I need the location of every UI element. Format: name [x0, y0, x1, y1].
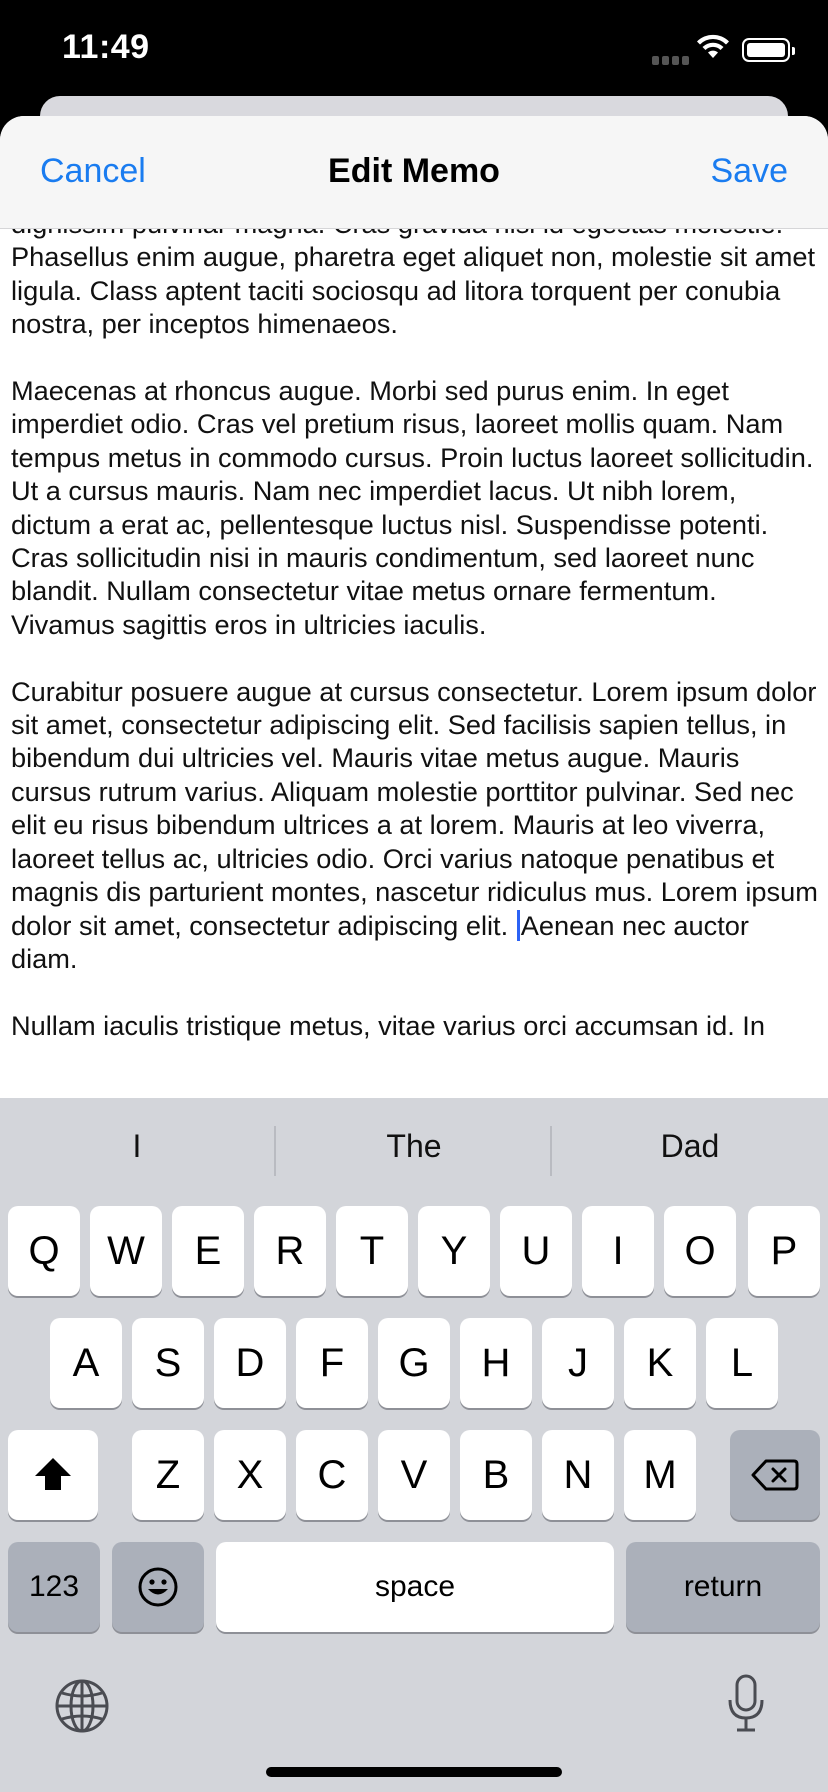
text-caret — [516, 909, 520, 941]
key-o[interactable]: O — [664, 1206, 736, 1296]
return-key-label: return — [683, 1570, 763, 1603]
suggestion-divider — [274, 1126, 276, 1176]
status-bar: 11:49 — [0, 0, 828, 100]
key-k[interactable]: K — [624, 1318, 696, 1408]
page-title: Edit Memo — [328, 152, 500, 190]
memo-text-before-caret: Curabitur posuere augue at cursus consec… — [11, 675, 826, 941]
space-key-label: space — [374, 1570, 456, 1603]
suggestion-2[interactable]: The — [277, 1128, 551, 1165]
status-time: 11:49 — [62, 28, 150, 66]
shift-key[interactable] — [8, 1430, 98, 1520]
memo-text-editor[interactable]: dignissim pulvinar magna. Cras gravida n… — [0, 229, 828, 1099]
microphone-icon[interactable] — [726, 1674, 766, 1739]
key-t[interactable]: T — [336, 1206, 408, 1296]
key-p[interactable]: P — [748, 1206, 820, 1296]
key-f[interactable]: F — [296, 1318, 368, 1408]
key-b[interactable]: B — [460, 1430, 532, 1520]
key-y[interactable]: Y — [418, 1206, 490, 1296]
key-c[interactable]: C — [296, 1430, 368, 1520]
battery-icon — [742, 38, 795, 62]
cellular-signal-icon — [652, 52, 692, 65]
key-v[interactable]: V — [378, 1430, 450, 1520]
key-a[interactable]: A — [50, 1318, 122, 1408]
key-h[interactable]: H — [460, 1318, 532, 1408]
suggestion-divider — [550, 1126, 552, 1176]
home-indicator[interactable] — [266, 1767, 562, 1777]
emoji-key[interactable] — [112, 1542, 204, 1632]
key-r[interactable]: R — [254, 1206, 326, 1296]
key-i[interactable]: I — [582, 1206, 654, 1296]
shift-arrow-icon — [35, 1458, 71, 1490]
key-w[interactable]: W — [90, 1206, 162, 1296]
predictive-text-bar: I The Dad — [0, 1098, 828, 1202]
numbers-key[interactable]: 123 — [8, 1542, 100, 1632]
suggestion-3[interactable]: Dad — [553, 1128, 827, 1165]
memo-paragraph: Maecenas at rhoncus augue. Morbi sed pur… — [11, 375, 821, 640]
key-l[interactable]: L — [706, 1318, 778, 1408]
navigation-bar: Cancel Edit Memo Save — [0, 116, 828, 229]
key-x[interactable]: X — [214, 1430, 286, 1520]
suggestion-1[interactable]: I — [0, 1128, 274, 1165]
key-z[interactable]: Z — [132, 1430, 204, 1520]
key-q[interactable]: Q — [8, 1206, 80, 1296]
wifi-icon — [696, 34, 730, 65]
memo-paragraph: Nullam iaculis tristique metus, vitae va… — [11, 1009, 765, 1041]
memo-paragraph: dignissim pulvinar magna. Cras gravida n… — [11, 229, 816, 340]
delete-key[interactable] — [730, 1430, 820, 1520]
memo-paragraph: Curabitur posuere augue at cursus consec… — [11, 675, 821, 976]
key-e[interactable]: E — [172, 1206, 244, 1296]
key-n[interactable]: N — [542, 1430, 614, 1520]
save-button[interactable]: Save — [711, 152, 789, 191]
backspace-icon — [751, 1459, 799, 1491]
emoji-icon — [138, 1567, 178, 1607]
key-m[interactable]: M — [624, 1430, 696, 1520]
key-j[interactable]: J — [542, 1318, 614, 1408]
globe-icon[interactable] — [54, 1678, 110, 1739]
numbers-key-label: 123 — [28, 1570, 80, 1603]
keyboard: I The Dad Q W E R T Y U I O P A S D F G … — [0, 1098, 828, 1792]
key-u[interactable]: U — [500, 1206, 572, 1296]
key-g[interactable]: G — [378, 1318, 450, 1408]
key-d[interactable]: D — [214, 1318, 286, 1408]
return-key[interactable]: return — [626, 1542, 820, 1632]
key-s[interactable]: S — [132, 1318, 204, 1408]
space-key[interactable]: space — [216, 1542, 614, 1632]
